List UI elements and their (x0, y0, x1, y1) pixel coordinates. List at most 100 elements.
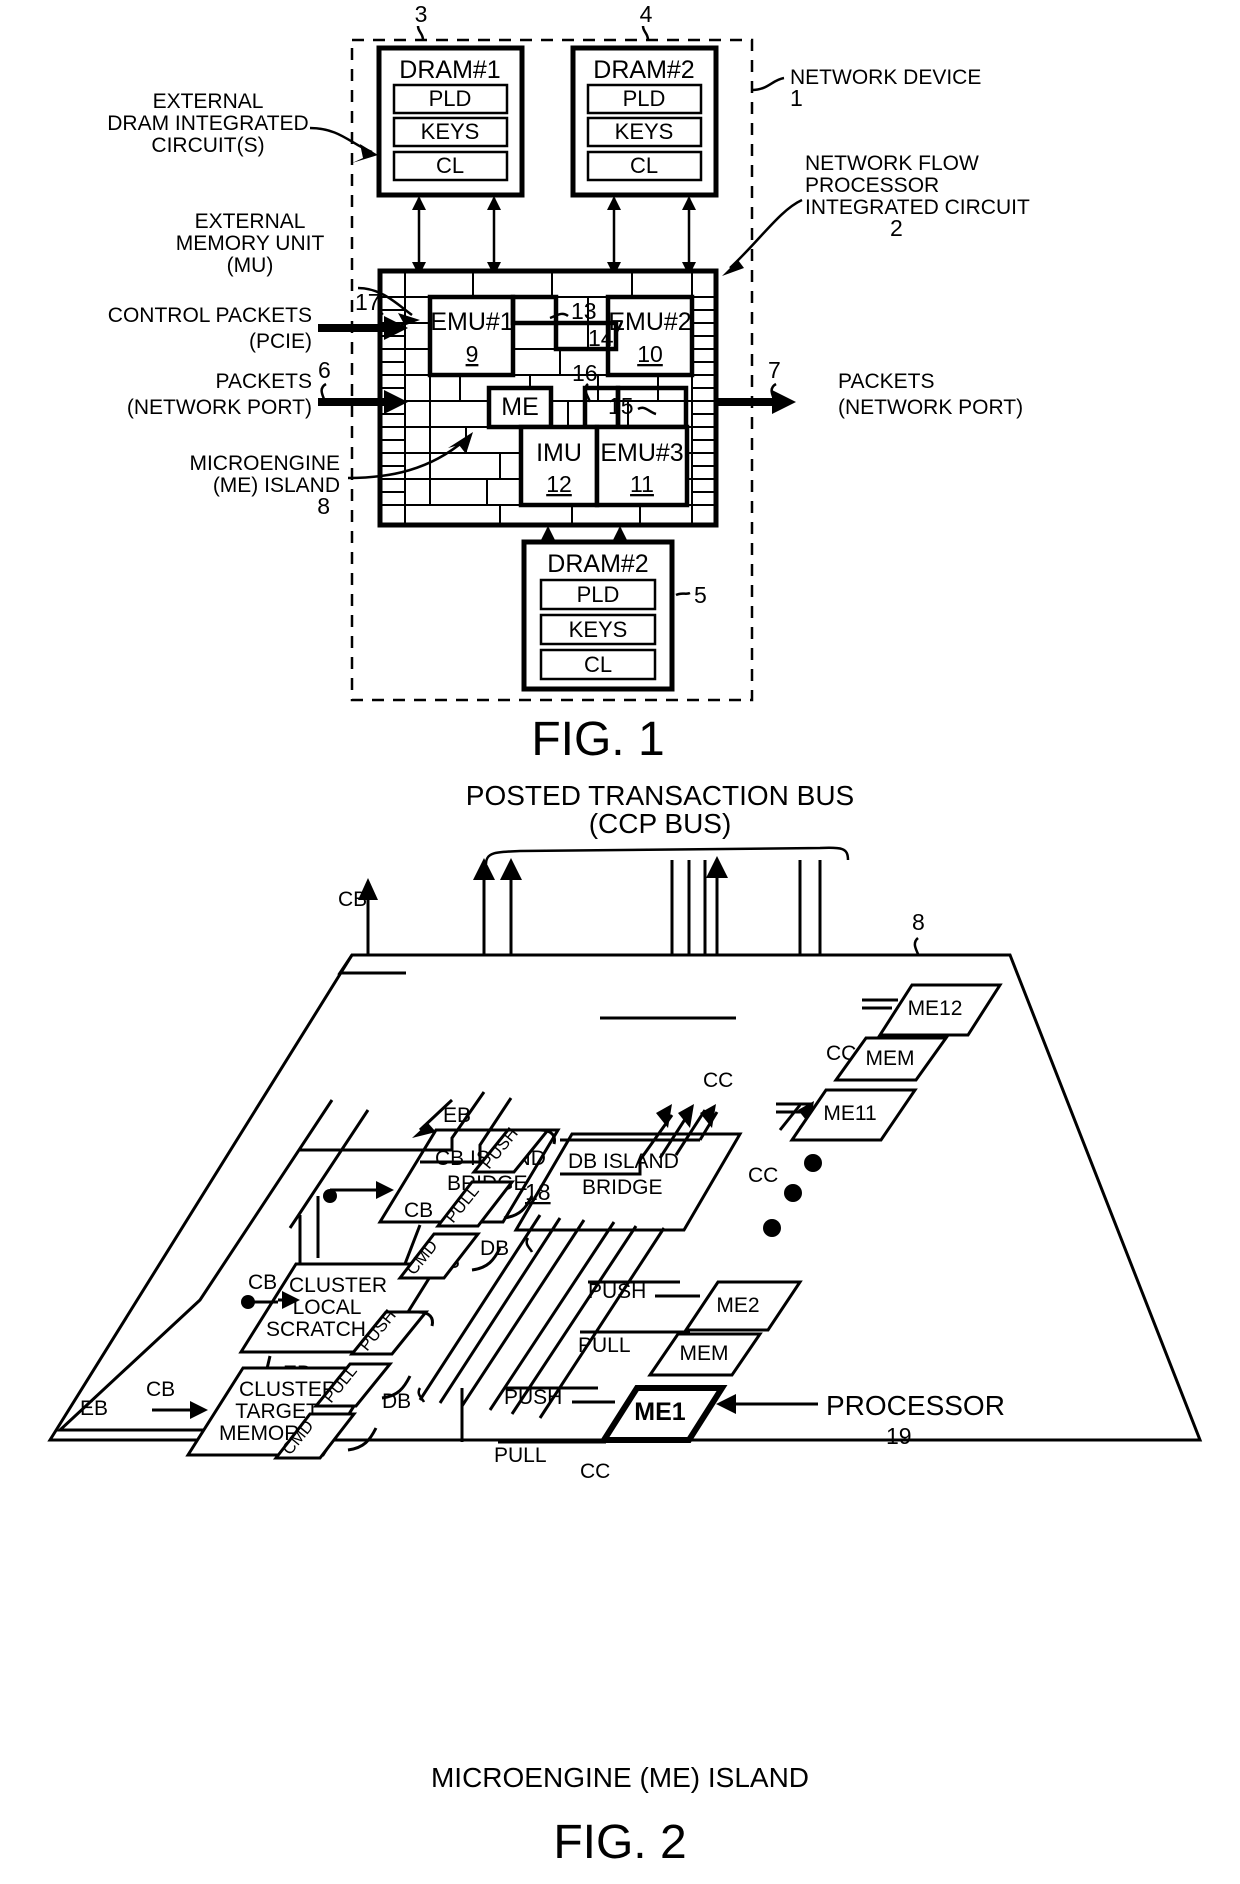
cb-label-scratch: CB (248, 1271, 277, 1294)
island-emu1-num: 9 (466, 341, 479, 367)
island-me-label: ME (501, 393, 539, 421)
island-ref-8-group: 8 (912, 909, 925, 955)
processor-num: 19 (886, 1423, 912, 1449)
nfp-label-l1: NETWORK FLOW (805, 152, 979, 175)
dram-bottom-row-pld: PLD (577, 582, 620, 607)
island-emu2: EMU#2 10 (605, 294, 695, 378)
cls-l1: CLUSTER (289, 1274, 387, 1297)
me2-label: ME2 (716, 1294, 759, 1317)
me1-label: ME1 (634, 1398, 686, 1426)
ref-15: 15 (608, 393, 634, 419)
patent-drawing-page: DRAM#1 PLD KEYS CL 3 DRAM#2 PLD KEYS CL … (0, 0, 1240, 1884)
dram2-row-pld: PLD (623, 86, 666, 111)
packets-in-group: PACKETS (NETWORK PORT) 6 (127, 357, 408, 419)
cb-island-bridge-cb-label: CB (404, 1199, 433, 1222)
dram1-block: DRAM#1 PLD KEYS CL 3 (376, 1, 525, 198)
dram-bottom-row-keys: KEYS (569, 617, 628, 642)
dram-nfp-arrowheads (412, 196, 696, 276)
nfp-label-group: NETWORK FLOW PROCESSOR INTEGRATED CIRCUI… (722, 152, 1030, 276)
db-island-bridge-l2: BRIDGE (582, 1176, 663, 1199)
dram1-row-cl: CL (436, 153, 464, 178)
island-emu1-label: EMU#1 (430, 308, 513, 336)
ext-dram-label-l2: DRAM INTEGRATED (107, 112, 308, 135)
figure-1: DRAM#1 PLD KEYS CL 3 DRAM#2 PLD KEYS CL … (107, 1, 1030, 766)
dram2-row-keys: KEYS (615, 119, 674, 144)
network-device-label-group: NETWORK DEVICE 1 (751, 66, 981, 111)
cb-label-ctm: CB (146, 1378, 175, 1401)
island-emu3-label: EMU#3 (600, 439, 683, 467)
control-packets-l1: CONTROL PACKETS (108, 304, 312, 327)
dram-bottom-block: DRAM#2 PLD KEYS CL 5 (521, 539, 707, 692)
cc-label-me11: CC (748, 1164, 778, 1187)
cc-label-upper: CC (703, 1069, 733, 1092)
cls-l3: SCRATCH (266, 1318, 366, 1341)
ref-17: 17 (355, 289, 381, 315)
packets-out-l2: (NETWORK PORT) (838, 396, 1023, 419)
ref-7: 7 (768, 357, 781, 383)
packets-out-l1: PACKETS (838, 370, 934, 393)
dram-nfp-connections (417, 198, 691, 274)
pull-label-me1: PULL (494, 1444, 547, 1467)
cc-label-me1: CC (580, 1460, 610, 1483)
me-island-l1: MICROENGINE (189, 452, 340, 475)
posted-bus-label-l1: POSTED TRANSACTION BUS (466, 780, 854, 811)
packets-in-l2: (NETWORK PORT) (127, 396, 312, 419)
me-island-num: 8 (317, 493, 330, 519)
ref-14: 14 (588, 325, 614, 351)
control-packets-group: CONTROL PACKETS (PCIE) 17 (108, 289, 408, 353)
mem-upper-label: MEM (866, 1047, 915, 1070)
processor-label: PROCESSOR (826, 1390, 1005, 1421)
island-ref-8: 8 (912, 909, 925, 935)
ext-mem-label-l2: MEMORY UNIT (176, 232, 325, 255)
island-me: ME (486, 385, 554, 430)
island-emu3: EMU#3 11 (594, 424, 690, 508)
ext-dram-label-l3: CIRCUIT(S) (151, 134, 264, 157)
ref-13: 13 (571, 298, 597, 324)
cls-l2: LOCAL (293, 1296, 362, 1319)
dram1-row-pld: PLD (429, 86, 472, 111)
cb-bus-label-top: CB (338, 888, 367, 911)
ref-6: 6 (318, 357, 331, 383)
ref-4: 4 (640, 1, 653, 27)
nfp-integrated-circuit: EMU#1 9 EMU#2 10 ME IMU 12 EMU#3 11 13 1… (377, 268, 719, 528)
ext-mem-label-l3: (MU) (227, 254, 274, 277)
island-emu1: EMU#1 9 (427, 294, 516, 378)
ref-16: 16 (572, 360, 598, 386)
dram2-block: DRAM#2 PLD KEYS CL 4 (570, 1, 719, 198)
island-imu-label: IMU (536, 439, 582, 467)
network-device-label: NETWORK DEVICE (790, 66, 981, 89)
dram2-title: DRAM#2 (593, 56, 694, 84)
dram2-row-cl: CL (630, 153, 658, 178)
me11-label: ME11 (823, 1102, 876, 1125)
packets-in-l1: PACKETS (216, 370, 312, 393)
dram1-row-keys: KEYS (421, 119, 480, 144)
ext-mem-label-l1: EXTERNAL (195, 210, 306, 233)
dram-bottom-row-cl: CL (584, 652, 612, 677)
mem-lower-label: MEM (680, 1342, 729, 1365)
island-imu: IMU 12 (518, 424, 600, 508)
drawing-canvas: DRAM#1 PLD KEYS CL 3 DRAM#2 PLD KEYS CL … (47, 1, 1203, 1869)
bus-brace (484, 846, 850, 865)
island-imu-num: 12 (546, 471, 572, 497)
island-emu3-num: 11 (630, 471, 654, 497)
dram-bottom-title: DRAM#2 (547, 550, 648, 578)
packets-out-group: PACKETS (NETWORK PORT) 7 (716, 357, 1023, 419)
figure-2: POSTED TRANSACTION BUS (CCP BUS) DB D (47, 780, 1203, 1869)
figure-2-title: MICROENGINE (ME) ISLAND (431, 1762, 809, 1793)
ref-3: 3 (415, 1, 428, 27)
control-packets-l2: (PCIE) (249, 330, 312, 353)
island-emu2-num: 10 (637, 341, 663, 367)
eb-label-bottom-left: EB (80, 1397, 108, 1420)
dram1-title: DRAM#1 (399, 56, 500, 84)
ext-dram-label-l1: EXTERNAL (153, 90, 264, 113)
posted-bus-label-l2: (CCP BUS) (589, 808, 732, 839)
figure-2-caption: FIG. 2 (553, 1816, 686, 1869)
me12-label: ME12 (908, 997, 963, 1020)
nfp-label-l2: PROCESSOR (805, 174, 939, 197)
network-device-num: 1 (790, 85, 803, 111)
nfp-label-l3: INTEGRATED CIRCUIT (805, 196, 1030, 219)
figure-1-caption: FIG. 1 (531, 713, 664, 766)
ref-5: 5 (694, 582, 707, 608)
nfp-num: 2 (890, 215, 903, 241)
external-dram-label-group: EXTERNAL DRAM INTEGRATED CIRCUIT(S) (107, 90, 378, 163)
